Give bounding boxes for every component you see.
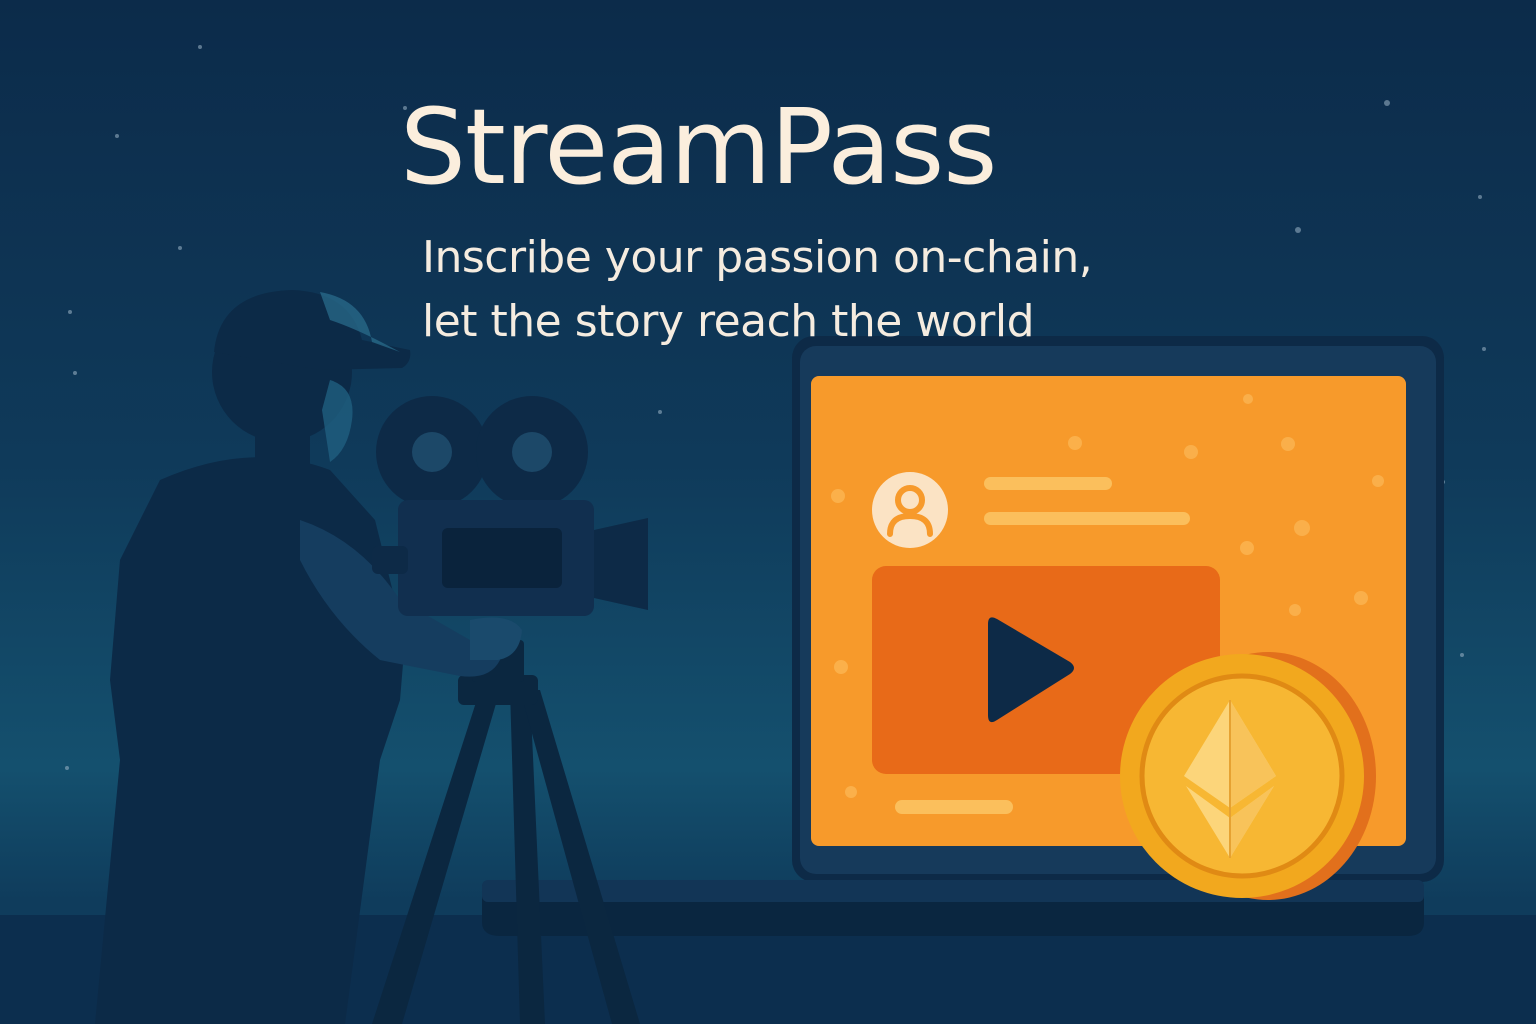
tagline-line-2: let the story reach the world xyxy=(422,296,1035,347)
tripod-icon xyxy=(372,640,640,1024)
tagline-line-1: Inscribe your passion on-chain, xyxy=(422,232,1093,283)
tagline: Inscribe your passion on-chain, let the … xyxy=(422,226,1182,354)
film-camera-icon xyxy=(372,396,648,616)
streampass-poster: StreamPass Inscribe your passion on-chai… xyxy=(0,0,1536,1024)
brand-title: StreamPass xyxy=(400,86,997,208)
